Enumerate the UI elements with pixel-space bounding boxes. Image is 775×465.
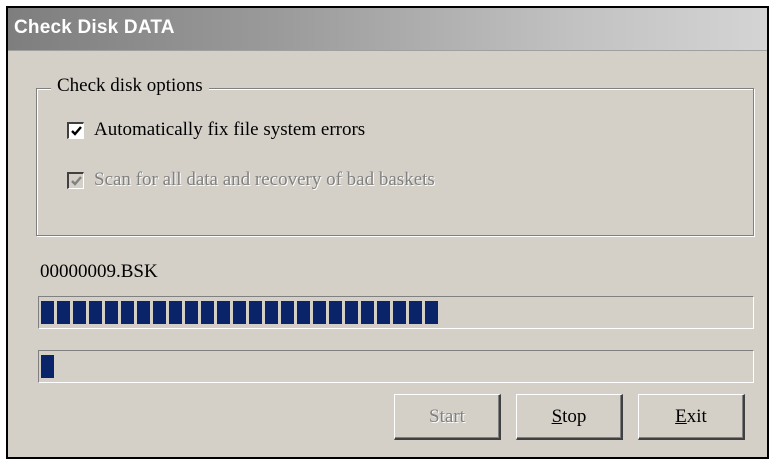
exit-button-mnemonic: E — [675, 405, 687, 427]
stop-button[interactable]: Stop — [516, 394, 623, 440]
stop-button-mnemonic: S — [551, 405, 563, 427]
group-label: Check disk options — [51, 75, 209, 97]
scan-recovery-option: Scan for all data and recovery of bad ba… — [67, 169, 435, 191]
overall-progress-fill — [41, 301, 439, 324]
check-icon — [71, 125, 82, 136]
check-disk-options-group: Check disk options Automatically fix fil… — [36, 75, 754, 236]
scan-recovery-checkbox — [67, 171, 84, 189]
current-file-label: 00000009.BSK — [40, 261, 158, 282]
scan-recovery-label: Scan for all data and recovery of bad ba… — [94, 169, 435, 190]
exit-button-label: xit — [686, 405, 707, 427]
auto-fix-option[interactable]: Automatically fix file system errors — [67, 119, 365, 141]
stop-button-label: top — [562, 405, 587, 427]
current-progress-fill — [41, 355, 56, 378]
check-icon — [71, 175, 82, 186]
title-bar[interactable]: Check Disk DATA — [8, 8, 767, 51]
auto-fix-checkbox[interactable] — [67, 121, 84, 139]
current-progress-bar — [38, 350, 754, 383]
overall-progress-bar — [38, 296, 754, 329]
start-button[interactable]: Start — [394, 394, 501, 440]
start-button-label: Start — [429, 405, 465, 427]
check-disk-dialog: Check Disk DATA Check disk options Autom… — [6, 6, 769, 459]
window-title: Check Disk DATA — [14, 17, 175, 38]
auto-fix-label: Automatically fix file system errors — [94, 119, 366, 140]
exit-button[interactable]: Exit — [638, 394, 745, 440]
